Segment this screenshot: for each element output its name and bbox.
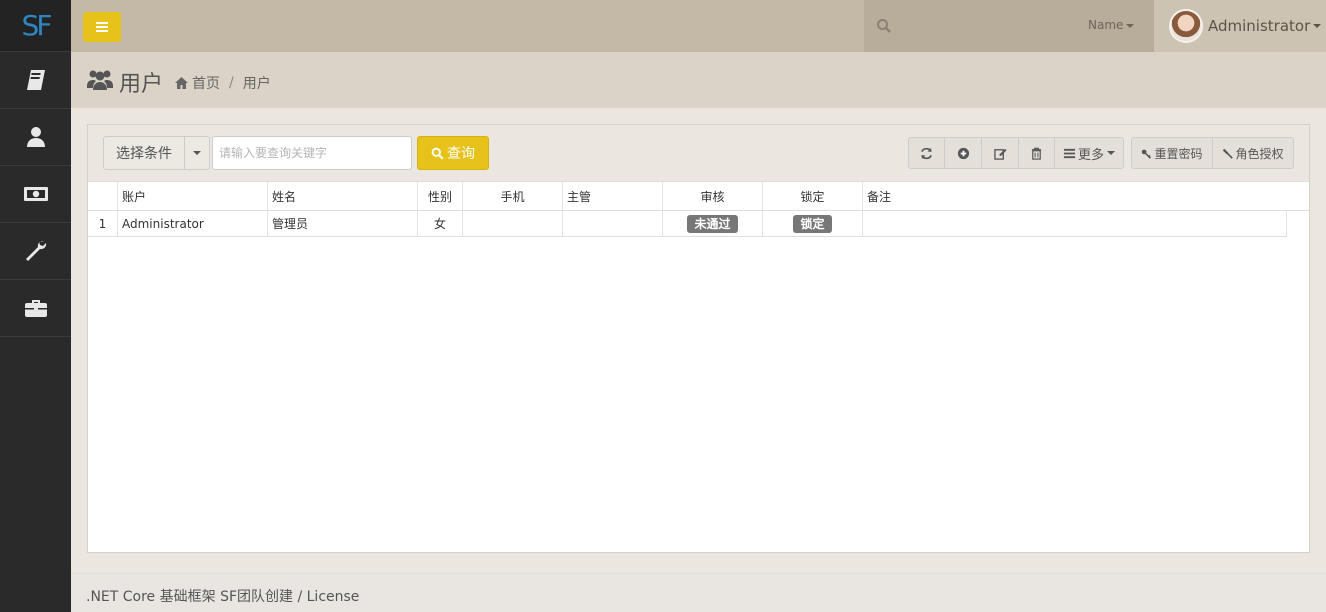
edit-button[interactable] <box>981 137 1019 169</box>
column-header-note[interactable]: 备注 <box>863 182 1309 210</box>
search-icon <box>431 147 444 160</box>
more-dropdown-button[interactable]: 更多 <box>1054 137 1124 169</box>
role-auth-button[interactable]: 角色授权 <box>1212 137 1294 169</box>
condition-select-button[interactable]: 选择条件 <box>103 136 185 170</box>
sidebar-item-money[interactable] <box>0 166 71 223</box>
column-header-lock[interactable]: 锁定 <box>763 182 863 210</box>
sidebar-item-wrench[interactable] <box>0 223 71 280</box>
column-header-name[interactable]: 姓名 <box>268 182 418 210</box>
cell-manager <box>563 211 663 236</box>
page-header: 用户 首页 / 用户 <box>71 52 1326 108</box>
brand-logo[interactable]: SF <box>0 0 71 52</box>
cell-note <box>863 211 1287 236</box>
table-row[interactable]: 1 Administrator 管理员 女 未通过 锁定 <box>88 211 1287 237</box>
column-header-phone[interactable]: 手机 <box>463 182 563 210</box>
chevron-down-icon <box>1313 24 1322 28</box>
key-icon <box>1142 149 1152 159</box>
column-header-manager[interactable]: 主管 <box>563 182 663 210</box>
keyword-search-input[interactable] <box>212 136 412 170</box>
cell-account: Administrator <box>118 211 268 236</box>
user-icon <box>26 127 45 147</box>
toolbar: 选择条件 查询 更多 <box>88 125 1309 181</box>
column-header-audit[interactable]: 审核 <box>663 182 763 210</box>
condition-label: 选择条件 <box>116 146 172 162</box>
action-button-group: 更多 <box>908 137 1124 169</box>
money-icon <box>23 187 48 201</box>
auth-button-group: 重置密码 角色授权 <box>1131 137 1294 169</box>
logo-text: SF <box>21 9 53 42</box>
delete-button[interactable] <box>1018 137 1055 169</box>
search-icon <box>877 19 891 33</box>
plus-circle-icon <box>957 147 969 159</box>
breadcrumb: 首页 / 用户 <box>175 73 271 93</box>
cell-lock: 锁定 <box>763 211 863 236</box>
chevron-down-icon <box>193 151 201 155</box>
cell-audit: 未通过 <box>663 211 763 236</box>
sidebar-item-book[interactable] <box>0 52 71 109</box>
chevron-down-icon <box>1126 23 1135 28</box>
refresh-icon <box>921 147 932 159</box>
users-icon <box>87 70 113 90</box>
briefcase-icon <box>24 300 47 317</box>
topbar: Name Administrator <box>71 0 1326 52</box>
sidebar-item-user[interactable] <box>0 109 71 166</box>
name-dropdown[interactable]: Name <box>1088 18 1135 32</box>
cell-sex: 女 <box>418 211 463 236</box>
table-header: 账户 姓名 性别 手机 主管 审核 锁定 备注 <box>88 182 1309 211</box>
query-button[interactable]: 查询 <box>417 136 489 170</box>
column-header-sex[interactable]: 性别 <box>418 182 463 210</box>
more-label: 更多 <box>1077 147 1104 163</box>
breadcrumb-current: 用户 <box>242 76 271 92</box>
trash-icon <box>1031 147 1042 160</box>
name-dropdown-label: Name <box>1088 18 1124 32</box>
column-header-index <box>88 182 118 210</box>
refresh-button[interactable] <box>908 137 945 169</box>
column-header-account[interactable]: 账户 <box>118 182 268 210</box>
query-label: 查询 <box>447 146 475 162</box>
audit-status-badge: 未通过 <box>687 214 738 233</box>
row-index: 1 <box>88 211 118 236</box>
sidebar-item-briefcase[interactable] <box>0 280 71 337</box>
top-search: Name <box>864 0 1154 52</box>
footer-text: .NET Core 基础框架 SF团队创建 / License <box>86 589 360 605</box>
condition-dropdown-toggle[interactable] <box>184 136 210 170</box>
gavel-icon <box>1223 148 1234 159</box>
cell-name: 管理员 <box>268 211 418 236</box>
home-icon <box>175 77 188 89</box>
avatar <box>1169 9 1203 43</box>
user-table: 账户 姓名 性别 手机 主管 审核 锁定 备注 1 Administrator … <box>88 181 1309 552</box>
main-panel: 选择条件 查询 更多 <box>87 124 1310 553</box>
footer: .NET Core 基础框架 SF团队创建 / License <box>71 573 1326 612</box>
hamburger-icon <box>96 22 108 32</box>
cell-phone <box>463 211 563 236</box>
edit-icon <box>993 148 1007 160</box>
top-search-input[interactable] <box>902 14 1072 38</box>
reset-password-button[interactable]: 重置密码 <box>1131 137 1213 169</box>
wrench-icon <box>25 240 46 261</box>
breadcrumb-home[interactable]: 首页 <box>192 73 220 93</box>
chevron-down-icon <box>1107 151 1115 155</box>
role-auth-label: 角色授权 <box>1235 146 1284 161</box>
lock-status-badge: 锁定 <box>793 214 832 233</box>
menu-toggle-button[interactable] <box>83 12 121 42</box>
user-menu[interactable]: Administrator <box>1154 0 1326 52</box>
book-icon <box>26 70 45 90</box>
sidebar: SF <box>0 0 71 612</box>
breadcrumb-separator: / <box>229 75 234 91</box>
user-name: Administrator <box>1208 17 1311 35</box>
page-title: 用户 <box>119 72 164 97</box>
list-icon <box>1063 148 1076 158</box>
add-button[interactable] <box>944 137 982 169</box>
reset-password-label: 重置密码 <box>1154 146 1203 161</box>
